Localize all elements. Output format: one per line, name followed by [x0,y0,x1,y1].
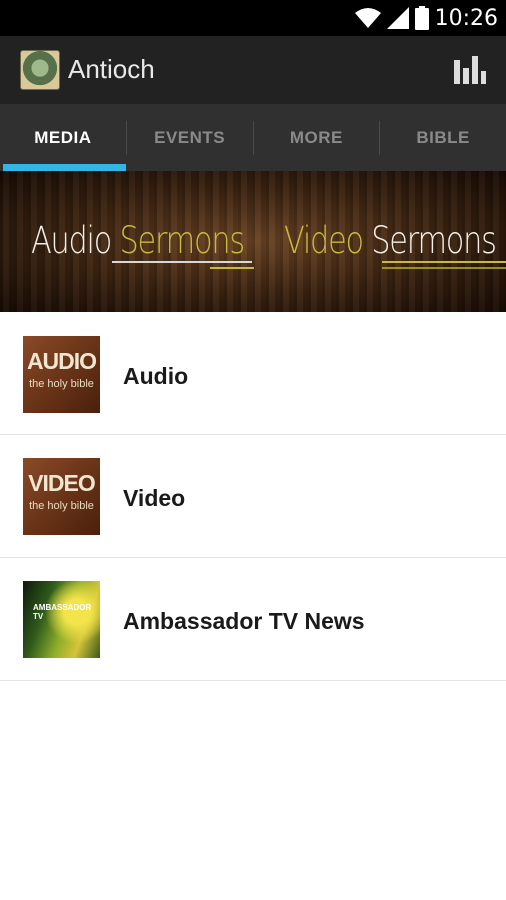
banner-word: Sermons [119,219,246,262]
tab-events[interactable]: EVENTS [127,104,253,171]
tab-more[interactable]: MORE [254,104,380,171]
signal-icon [386,7,409,29]
tab-label: BIBLE [416,127,470,147]
list-item-label: Video [123,485,186,511]
tab-bar: MEDIA EVENTS MORE BIBLE [0,104,506,171]
media-list: AUDIO the holy bible Audio VIDEO the hol… [0,312,506,681]
thumb-title: AMBASSADOR TV [33,603,92,621]
tab-media[interactable]: MEDIA [0,104,126,171]
wifi-icon [354,8,381,28]
banner-word: Audio [31,219,112,262]
list-item-video[interactable]: VIDEO the holy bible Video [0,435,506,558]
status-icons: 10:26 [354,0,498,36]
app-title: Antioch [68,54,155,84]
banner-word: Sermons [371,219,497,262]
video-sermons-link[interactable]: Video Sermons [284,219,497,262]
audio-underline [112,261,252,263]
list-item-audio[interactable]: AUDIO the holy bible Audio [0,312,506,435]
ambassador-tv-thumbnail: AMBASSADOR TV [23,581,100,658]
audio-thumbnail: AUDIO the holy bible [23,336,100,413]
thumb-title: AUDIO [26,348,97,374]
video-underline [382,261,506,263]
banner-word: Video [284,219,364,262]
action-bar: Antioch [0,36,506,104]
video-thumbnail: VIDEO the holy bible [23,458,100,535]
tab-label: MEDIA [34,127,92,147]
thumb-subtitle: the holy bible [29,378,94,390]
thumb-title: VIDEO [28,470,96,496]
audio-sermons-link[interactable]: Audio Sermons [31,219,246,262]
list-item-ambassador-tv[interactable]: AMBASSADOR TV Ambassador TV News [0,558,506,681]
thumb-subtitle: the holy bible [29,500,94,512]
sermons-banner: Audio Sermons Video Sermons [0,171,506,312]
audio-underline-accent [210,267,254,269]
list-item-label: Audio [123,363,189,389]
bar-chart-icon[interactable] [452,52,488,88]
video-underline-accent [382,267,506,269]
church-logo[interactable] [20,50,60,90]
tab-bible[interactable]: BIBLE [380,104,506,171]
tab-label: EVENTS [154,127,226,147]
tab-label: MORE [289,127,343,147]
status-bar: 10:26 [0,0,506,36]
battery-icon [414,6,429,30]
list-item-label: Ambassador TV News [123,608,365,634]
status-time: 10:26 [434,5,498,31]
